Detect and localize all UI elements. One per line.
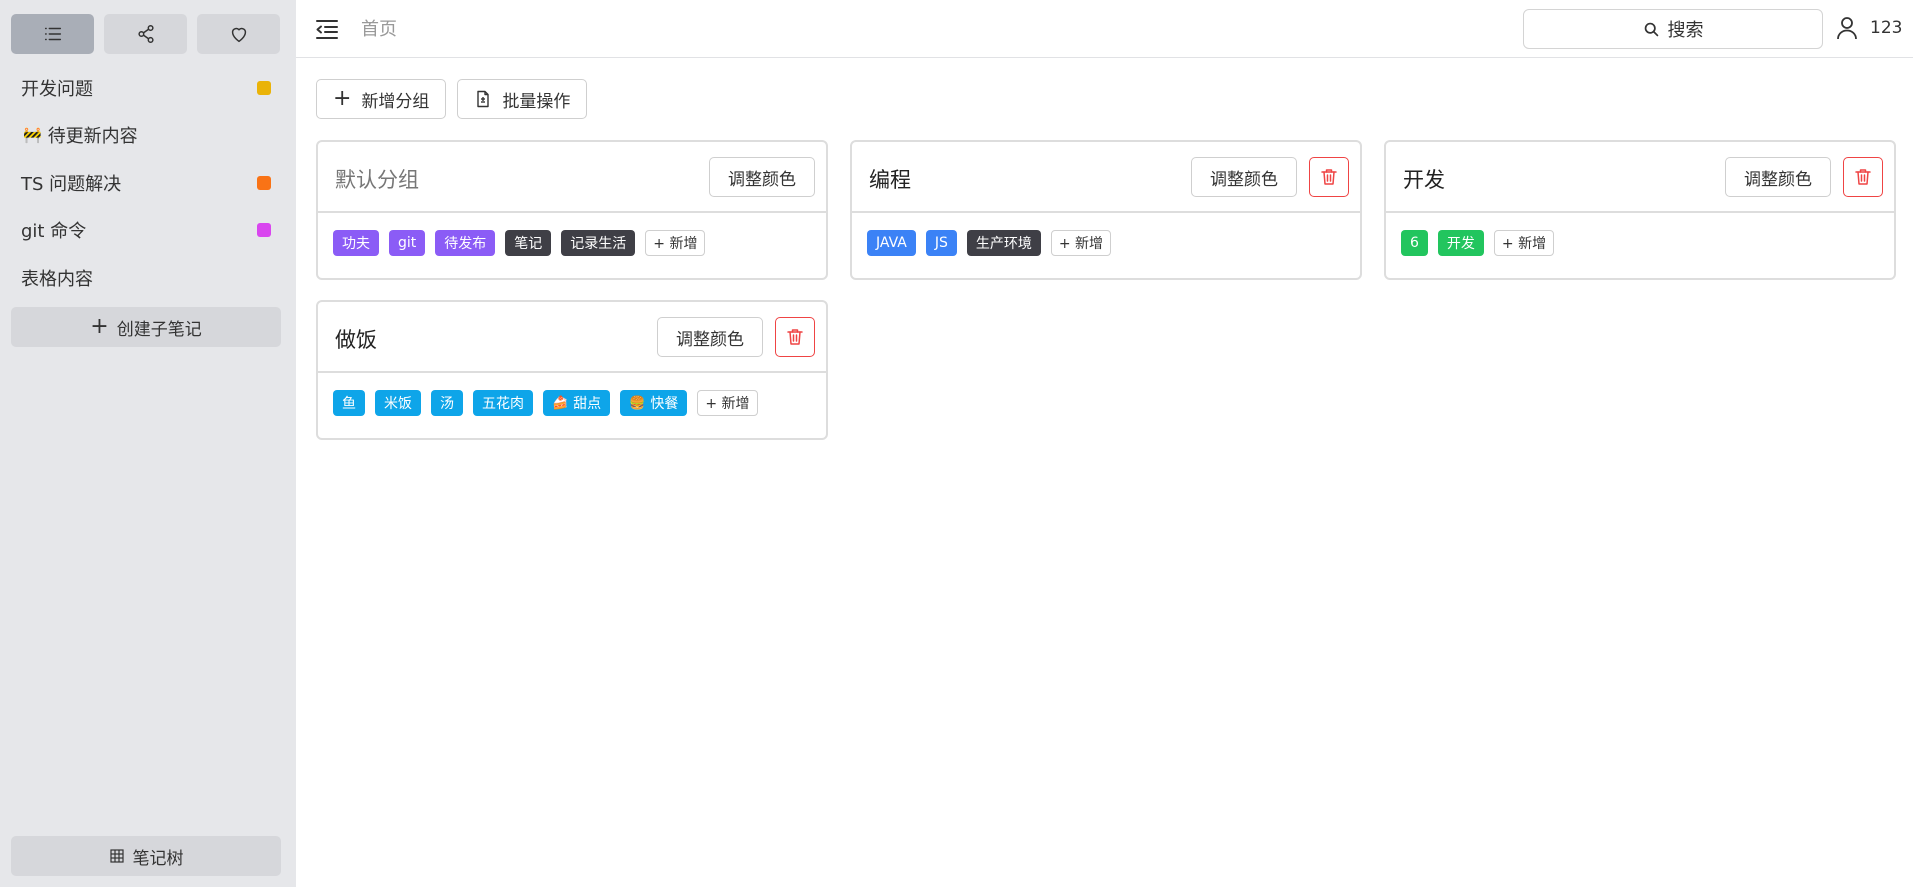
- search-label: 搜索: [1667, 20, 1704, 41]
- share-icon: [137, 25, 154, 43]
- table-icon: [109, 849, 124, 863]
- tag[interactable]: git: [389, 230, 426, 256]
- note-item[interactable]: 表格内容: [0, 254, 296, 302]
- delete-group-button[interactable]: [1843, 157, 1883, 197]
- list-icon: [44, 27, 61, 41]
- trash-icon: [787, 329, 803, 345]
- group-title: 做饭: [335, 328, 377, 352]
- group-title: 开发: [1403, 168, 1445, 192]
- tag[interactable]: JAVA: [867, 230, 916, 256]
- tag[interactable]: 生产环境: [966, 230, 1041, 256]
- adjust-color-button[interactable]: 调整颜色: [1725, 157, 1831, 197]
- note-label: 表格内容: [21, 268, 93, 290]
- breadcrumb[interactable]: 首页: [361, 15, 397, 41]
- group-title: 编程: [869, 168, 911, 192]
- username: 123: [1870, 18, 1903, 38]
- trash-icon: [1321, 169, 1337, 185]
- add-tag-button[interactable]: + 新增: [645, 230, 706, 256]
- delete-group-button[interactable]: [1309, 157, 1349, 197]
- tag-list: 鱼 米饭 汤 五花肉 🍰 甜点 🍔 快餐 + 新增: [333, 390, 758, 416]
- group-card: 做饭 调整颜色 鱼 米饭 汤 五花肉 🍰 甜点 🍔 快餐 + 新增: [316, 300, 828, 440]
- menu-fold-button[interactable]: [314, 16, 340, 42]
- add-tag-button[interactable]: + 新增: [1050, 230, 1112, 256]
- note-label: TS 问题解决: [21, 173, 122, 195]
- tag[interactable]: 6: [1401, 230, 1428, 256]
- tag-list: JAVA JS 生产环境 + 新增: [867, 230, 1112, 256]
- note-label: 待更新内容: [47, 126, 138, 148]
- heart-icon: [231, 27, 246, 43]
- group-card: 默认分组 调整颜色 功夫 git 待发布 笔记 记录生活 + 新增: [316, 140, 828, 280]
- add-group-label: 新增分组: [361, 91, 430, 112]
- tag[interactable]: 米饭: [375, 390, 421, 416]
- toolbar: + 新增分组 批量操作: [316, 79, 588, 119]
- tag[interactable]: 🍰 甜点: [543, 390, 611, 416]
- tag-label: 快餐: [650, 396, 679, 412]
- tag-list: 6 开发 + 新增: [1401, 230, 1555, 256]
- cake-icon: 🍰: [552, 395, 569, 411]
- delete-group-button[interactable]: [775, 317, 815, 357]
- batch-operation-button[interactable]: 批量操作: [457, 79, 588, 119]
- tag[interactable]: 🍔 快餐: [620, 390, 688, 416]
- note-list: 开发问题 🚧 待更新内容 TS 问题解决 git 命令 表格内容: [0, 64, 296, 302]
- tab-favorites[interactable]: [197, 14, 280, 54]
- tag-list: 功夫 git 待发布 笔记 记录生活 + 新增: [333, 230, 706, 256]
- tab-share[interactable]: [104, 14, 187, 54]
- document-icon: [477, 90, 490, 108]
- color-dot: [257, 80, 271, 95]
- sidebar: 开发问题 🚧 待更新内容 TS 问题解决 git 命令 表格内容 + 创建子笔记…: [0, 0, 296, 887]
- adjust-color-button[interactable]: 调整颜色: [657, 317, 763, 357]
- tag[interactable]: 记录生活: [561, 230, 636, 256]
- search-icon: [1644, 22, 1658, 36]
- note-item[interactable]: TS 问题解决: [0, 159, 296, 207]
- add-tag-button[interactable]: + 新增: [1493, 230, 1555, 256]
- add-group-button[interactable]: + 新增分组: [316, 79, 447, 119]
- note-item[interactable]: git 命令: [0, 207, 296, 255]
- group-card-header: 做饭 调整颜色: [318, 302, 826, 373]
- add-tag-button[interactable]: + 新增: [697, 390, 758, 416]
- tag[interactable]: 笔记: [505, 230, 552, 256]
- tag[interactable]: 功夫: [333, 230, 379, 256]
- adjust-color-button[interactable]: 调整颜色: [1191, 157, 1297, 197]
- note-item[interactable]: 开发问题: [0, 64, 296, 112]
- color-dot: [257, 175, 271, 190]
- tag[interactable]: 待发布: [435, 230, 496, 256]
- group-card: 编程 调整颜色 JAVA JS 生产环境 + 新增: [850, 140, 1362, 280]
- group-card-header: 编程 调整颜色: [852, 142, 1360, 213]
- plus-icon: +: [333, 86, 352, 111]
- tab-list[interactable]: [11, 14, 94, 54]
- group-title: 默认分组: [335, 168, 419, 192]
- menu-fold-icon: [316, 20, 338, 39]
- tag-label: 甜点: [573, 396, 602, 412]
- burger-icon: 🍔: [629, 395, 646, 411]
- group-card-header: 默认分组 调整颜色: [318, 142, 826, 213]
- note-item[interactable]: 🚧 待更新内容: [0, 112, 296, 160]
- tag[interactable]: 汤: [431, 390, 463, 416]
- batch-operation-label: 批量操作: [502, 91, 571, 112]
- construction-icon: 🚧: [23, 126, 42, 145]
- adjust-color-button[interactable]: 调整颜色: [709, 157, 815, 197]
- trash-icon: [1855, 169, 1871, 185]
- tag[interactable]: JS: [925, 230, 957, 256]
- user-menu[interactable]: 123: [1834, 15, 1902, 41]
- user-icon: [1837, 17, 1857, 40]
- color-dot: [257, 223, 271, 238]
- note-tree-label: 笔记树: [132, 848, 184, 869]
- tag[interactable]: 开发: [1437, 230, 1484, 256]
- note-label: git 命令: [21, 221, 87, 243]
- create-subnote-button[interactable]: + 创建子笔记: [11, 307, 281, 347]
- group-card-header: 开发 调整颜色: [1386, 142, 1894, 213]
- tag[interactable]: 五花肉: [473, 390, 533, 416]
- note-tree-button[interactable]: 笔记树: [11, 836, 281, 876]
- top-bar: 首页 搜索 123: [296, 0, 1913, 58]
- search-button[interactable]: 搜索: [1523, 9, 1823, 49]
- tag[interactable]: 鱼: [333, 390, 365, 416]
- create-subnote-label: 创建子笔记: [116, 319, 202, 340]
- note-label: 开发问题: [21, 78, 93, 100]
- group-card: 开发 调整颜色 6 开发 + 新增: [1384, 140, 1896, 280]
- sidebar-tabs: [11, 14, 280, 54]
- plus-icon: +: [90, 314, 109, 339]
